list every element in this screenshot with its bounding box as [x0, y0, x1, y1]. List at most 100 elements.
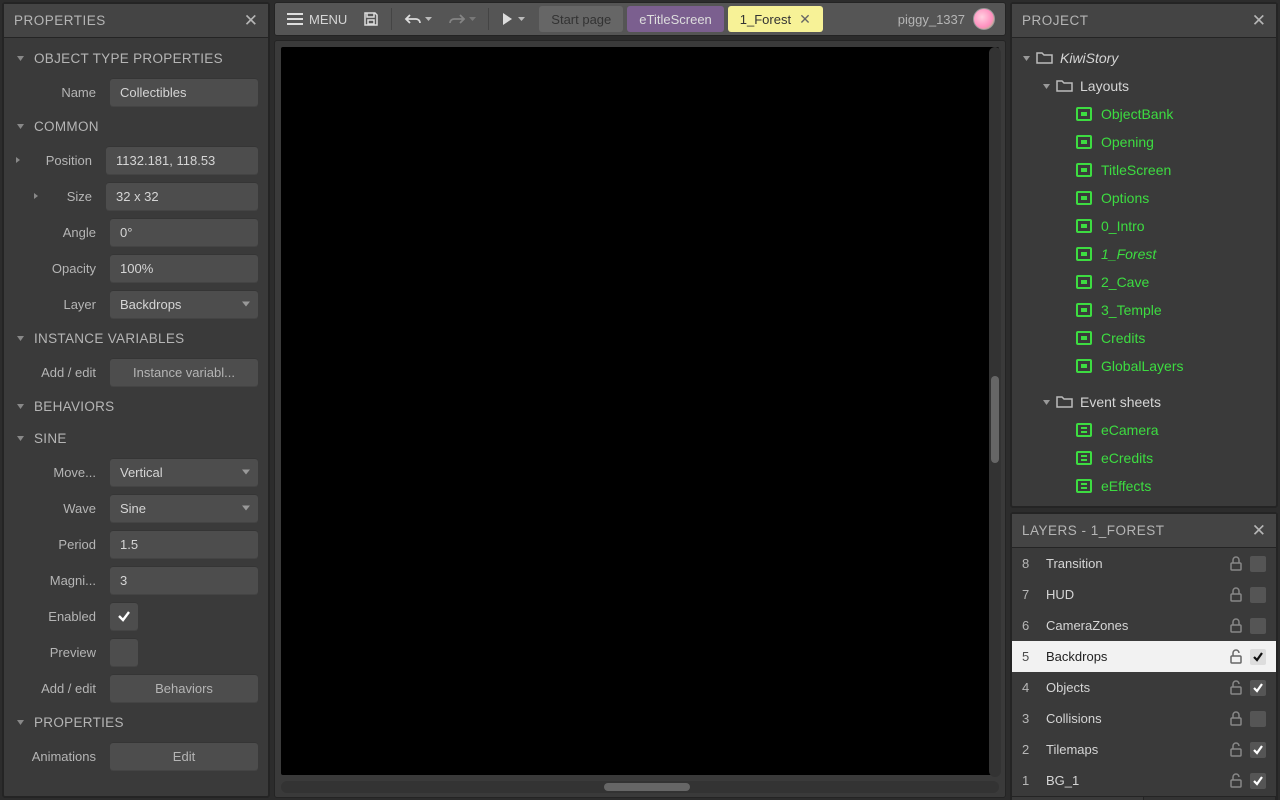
lock-closed-icon[interactable] — [1229, 587, 1243, 602]
layers-body: 8Transition7HUD6CameraZones5Backdrops4Ob… — [1012, 548, 1276, 800]
layer-row[interactable]: 2Tilemaps — [1012, 734, 1276, 765]
play-button[interactable] — [495, 5, 531, 33]
lock-closed-icon[interactable] — [1229, 618, 1243, 633]
tree-label: eEffects — [1101, 478, 1151, 494]
layer-row[interactable]: 5Backdrops — [1012, 641, 1276, 672]
layer-number: 7 — [1022, 587, 1046, 602]
tree-item-layout[interactable]: TitleScreen — [1012, 156, 1276, 184]
visibility-checkbox[interactable] — [1250, 556, 1266, 572]
undo-button[interactable] — [398, 5, 438, 33]
tree-folder-layouts[interactable]: Layouts — [1012, 72, 1276, 100]
select-wave[interactable]: Sine — [110, 494, 258, 522]
lock-open-icon[interactable] — [1229, 680, 1243, 695]
label-position: Position — [28, 153, 106, 168]
row-layer: Layer Backdrops — [8, 286, 264, 322]
play-icon — [501, 12, 513, 26]
tree-item-eventsheet[interactable]: eEffects — [1012, 472, 1276, 500]
checkbox-preview[interactable] — [110, 638, 138, 666]
lock-closed-icon[interactable] — [1229, 556, 1243, 571]
input-position[interactable]: 1132.181, 118.53 — [106, 146, 258, 174]
scrollbar-horizontal[interactable] — [281, 781, 999, 793]
layer-row[interactable]: 1BG_1 — [1012, 765, 1276, 796]
tree-item-layout[interactable]: Opening — [1012, 128, 1276, 156]
input-period[interactable]: 1.5 — [110, 530, 258, 558]
toolbar: MENU Start pageeTitleScreen1_Forest✕ pig… — [274, 2, 1006, 36]
close-icon[interactable]: ✕ — [244, 12, 258, 29]
lock-open-icon[interactable] — [1229, 649, 1243, 664]
row-opacity: Opacity 100% — [8, 250, 264, 286]
select-layer[interactable]: Backdrops — [110, 290, 258, 318]
layer-row[interactable]: 6CameraZones — [1012, 610, 1276, 641]
tree-label: 1_Forest — [1101, 246, 1156, 262]
layer-number: 8 — [1022, 556, 1046, 571]
tree-item-layout[interactable]: ObjectBank — [1012, 100, 1276, 128]
section-common[interactable]: COMMON — [8, 110, 264, 142]
section-behaviors[interactable]: BEHAVIORS — [8, 390, 264, 422]
close-icon[interactable]: ✕ — [1252, 12, 1266, 29]
chevron-right-icon[interactable] — [14, 156, 22, 164]
tab-1-forest[interactable]: 1_Forest✕ — [728, 6, 823, 32]
tab-start-page[interactable]: Start page — [539, 6, 623, 32]
layer-number: 3 — [1022, 711, 1046, 726]
section-properties2[interactable]: PROPERTIES — [8, 706, 264, 738]
input-name[interactable]: Collectibles — [110, 78, 258, 106]
button-behaviors[interactable]: Behaviors — [110, 674, 258, 702]
right-panels: PROJECT ✕ KiwiStory Layouts ObjectBankOp… — [1010, 2, 1278, 798]
layer-controls — [1229, 556, 1266, 572]
redo-button[interactable] — [442, 5, 482, 33]
tree-item-eventsheet[interactable]: eCamera — [1012, 416, 1276, 444]
input-magnitude[interactable]: 3 — [110, 566, 258, 594]
visibility-checkbox[interactable] — [1250, 773, 1266, 789]
avatar[interactable] — [973, 8, 995, 30]
tree-item-layout[interactable]: 2_Cave — [1012, 268, 1276, 296]
menu-button[interactable]: MENU — [281, 5, 353, 33]
layer-row[interactable]: 8Transition — [1012, 548, 1276, 579]
tree-item-layout[interactable]: Options — [1012, 184, 1276, 212]
layer-name: Objects — [1046, 680, 1229, 695]
tree-root[interactable]: KiwiStory — [1012, 44, 1276, 72]
lock-open-icon[interactable] — [1229, 742, 1243, 757]
visibility-checkbox[interactable] — [1250, 587, 1266, 603]
layer-row[interactable]: 4Objects — [1012, 672, 1276, 703]
input-opacity[interactable]: 100% — [110, 254, 258, 282]
layer-controls — [1229, 773, 1266, 789]
tree-item-eventsheet[interactable]: eCredits — [1012, 444, 1276, 472]
tree-folder-eventsheets[interactable]: Event sheets — [1012, 388, 1276, 416]
tree-item-layout[interactable]: 1_Forest — [1012, 240, 1276, 268]
lock-open-icon[interactable] — [1229, 773, 1243, 788]
layer-row[interactable]: 3Collisions — [1012, 703, 1276, 734]
layout-canvas[interactable] — [281, 47, 999, 775]
layer-row[interactable]: 7HUD — [1012, 579, 1276, 610]
checkbox-enabled[interactable] — [110, 602, 138, 630]
label-size: Size — [46, 189, 106, 204]
tree-item-layout[interactable]: 3_Temple — [1012, 296, 1276, 324]
tree-item-layout[interactable]: GlobalLayers — [1012, 352, 1276, 380]
input-angle[interactable]: 0° — [110, 218, 258, 246]
scrollbar-vertical[interactable] — [989, 47, 1001, 777]
visibility-checkbox[interactable] — [1250, 649, 1266, 665]
chevron-right-icon[interactable] — [32, 192, 40, 200]
value: Sine — [120, 501, 146, 516]
tab-etitlescreen[interactable]: eTitleScreen — [627, 6, 724, 32]
visibility-checkbox[interactable] — [1250, 711, 1266, 727]
close-icon[interactable]: ✕ — [799, 11, 811, 28]
save-button[interactable] — [357, 5, 385, 33]
section-object-type[interactable]: OBJECT TYPE PROPERTIES — [8, 42, 264, 74]
tabs: Start pageeTitleScreen1_Forest✕ — [539, 6, 827, 32]
button-edit-animations[interactable]: Edit — [110, 742, 258, 770]
tree-label: GlobalLayers — [1101, 358, 1184, 374]
visibility-checkbox[interactable] — [1250, 742, 1266, 758]
close-icon[interactable]: ✕ — [1252, 522, 1266, 539]
visibility-checkbox[interactable] — [1250, 680, 1266, 696]
visibility-checkbox[interactable] — [1250, 618, 1266, 634]
input-size[interactable]: 32 x 32 — [106, 182, 258, 210]
lock-closed-icon[interactable] — [1229, 711, 1243, 726]
tree-item-layout[interactable]: 0_Intro — [1012, 212, 1276, 240]
tree-label: KiwiStory — [1060, 50, 1118, 66]
section-instance-vars[interactable]: INSTANCE VARIABLES — [8, 322, 264, 354]
select-movement[interactable]: Vertical — [110, 458, 258, 486]
section-sine[interactable]: SINE — [8, 422, 264, 454]
button-instance-vars[interactable]: Instance variabl... — [110, 358, 258, 386]
username[interactable]: piggy_1337 — [898, 12, 965, 27]
tree-item-layout[interactable]: Credits — [1012, 324, 1276, 352]
